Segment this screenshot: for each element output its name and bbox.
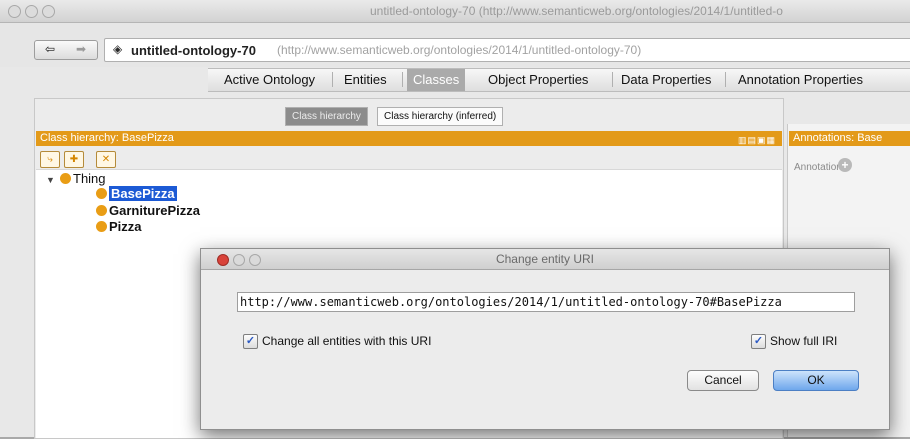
annotations-title: Annotations: Base — [793, 132, 883, 144]
tab-object-properties[interactable]: Object Properties — [488, 72, 588, 87]
add-sibling-icon[interactable]: ✚ — [64, 151, 84, 168]
title-bar: untitled-ontology-70 (http://www.semanti… — [0, 0, 910, 23]
tree-node-pizza[interactable]: Pizza — [96, 219, 142, 234]
annotations-header: Annotations: Base — [789, 131, 910, 146]
class-hierarchy-title: Class hierarchy: BasePizza — [40, 132, 174, 144]
zoom-window-button[interactable] — [42, 5, 55, 18]
class-hierarchy-header: Class hierarchy: BasePizza ▥▤▣▦ — [36, 131, 782, 146]
tree-node-basepizza[interactable]: BasePizza — [96, 186, 177, 201]
dialog-title-bar: Change entity URI — [201, 249, 889, 270]
navigation-buttons: ⇦ ➡ — [34, 40, 98, 60]
minimize-window-button[interactable] — [25, 5, 38, 18]
ontology-url: (http://www.semanticweb.org/ontologies/2… — [277, 43, 642, 57]
view-control-icons[interactable]: ▥▤▣▦ — [738, 133, 776, 146]
close-window-button[interactable] — [8, 5, 21, 18]
class-dot-icon — [96, 188, 107, 199]
class-dot-icon — [96, 205, 107, 216]
tree-node-label: Thing — [73, 171, 106, 186]
window-title: untitled-ontology-70 (http://www.semanti… — [370, 4, 783, 18]
subtab-class-hierarchy[interactable]: Class hierarchy — [285, 107, 368, 126]
tab-entities[interactable]: Entities — [344, 72, 387, 87]
dialog-title: Change entity URI — [495, 252, 595, 266]
main-tab-bar: Active Ontology Entities Classes Object … — [208, 68, 910, 92]
tab-active-ontology[interactable]: Active Ontology — [224, 72, 315, 87]
tree-node-label: BasePizza — [109, 186, 177, 201]
class-dot-icon — [60, 173, 71, 184]
subtab-class-hierarchy-inferred[interactable]: Class hierarchy (inferred) — [377, 107, 504, 126]
change-all-checkbox[interactable]: ✓ — [243, 334, 258, 349]
change-all-label: Change all entities with this URI — [262, 334, 432, 348]
uri-field[interactable]: http://www.semanticweb.org/ontologies/20… — [237, 292, 855, 312]
tree-node-garniturepizza[interactable]: GarniturePizza — [96, 203, 200, 218]
tree-node-label: GarniturePizza — [109, 203, 201, 218]
ontology-diamond-icon: ◈ — [113, 42, 123, 56]
show-full-iri-checkbox[interactable]: ✓ — [751, 334, 766, 349]
tree-node-thing[interactable]: Thing — [60, 171, 106, 186]
delete-class-icon[interactable]: ✕ — [96, 151, 116, 168]
change-entity-uri-dialog: Change entity URI http://www.semanticweb… — [200, 248, 890, 430]
forward-arrow-icon[interactable]: ➡ — [66, 42, 96, 56]
ok-button[interactable]: OK — [773, 370, 859, 391]
back-arrow-icon[interactable]: ⇦ — [35, 42, 65, 56]
expand-triangle-icon[interactable]: ▼ — [46, 175, 55, 185]
ontology-name: untitled-ontology-70 — [131, 43, 256, 58]
tree-node-label: Pizza — [109, 219, 142, 234]
add-subclass-icon[interactable]: ⤷ — [40, 151, 60, 168]
ontology-address-field[interactable]: ◈ untitled-ontology-70 (http://www.seman… — [104, 38, 910, 62]
tab-data-properties[interactable]: Data Properties — [621, 72, 711, 87]
tab-classes[interactable]: Classes — [407, 69, 466, 91]
protege-window: untitled-ontology-70 (http://www.semanti… — [0, 0, 910, 439]
tab-annotation-properties[interactable]: Annotation Properties — [738, 72, 863, 87]
add-annotation-icon[interactable]: + — [838, 158, 852, 172]
show-full-iri-label: Show full IRI — [770, 334, 838, 348]
class-dot-icon — [96, 221, 107, 232]
cancel-button[interactable]: Cancel — [687, 370, 759, 391]
